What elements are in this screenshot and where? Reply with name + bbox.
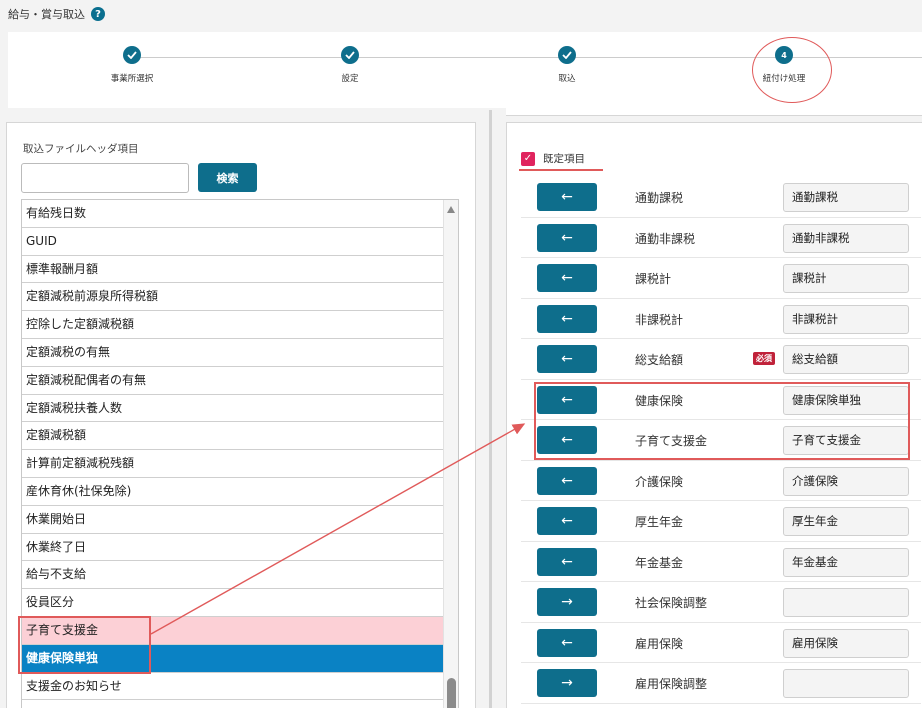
mapped-field[interactable]: 通勤課税 (783, 183, 909, 212)
required-badge: 必須 (753, 352, 775, 365)
arrow-left-button[interactable]: ← (537, 507, 597, 535)
mapped-field[interactable]: 通勤非課税 (783, 223, 909, 253)
mapping-label: 雇用保険 (635, 636, 684, 651)
list-item[interactable]: 控除した定額減税額 (22, 311, 444, 339)
step-office-select: 事業所選択 (72, 46, 192, 84)
list-item[interactable]: 休業終了日 (22, 534, 444, 562)
mapping-row: ← 厚生年金 厚生年金 (521, 501, 921, 542)
mapping-row: → 雇用保険調整 (521, 663, 921, 704)
list-item[interactable]: 計算前定額減税残額 (22, 450, 444, 478)
mapping-label: 総支給額 (635, 353, 684, 367)
search-input[interactable] (21, 163, 189, 193)
mapping-row: ← 年金基金 年金基金 (521, 542, 921, 582)
mapped-field[interactable]: 年金基金 (783, 547, 909, 577)
arrow-right-button[interactable]: → (537, 669, 597, 697)
mapped-field[interactable] (783, 588, 909, 617)
mapping-label: 通勤非課税 (635, 231, 696, 246)
list-item[interactable]: 休業開始日 (22, 506, 444, 534)
help-icon[interactable]: ? (91, 7, 105, 21)
mapping-row: ← 課税計 課税計 (521, 258, 921, 299)
list-item[interactable]: GUID (22, 228, 444, 256)
mapping-label: 厚生年金 (635, 515, 684, 529)
arrow-left-button[interactable]: ← (537, 304, 597, 333)
mapping-row: ← 非課税計 非課税計 (521, 299, 921, 339)
step-import: 取込 (507, 46, 627, 84)
list-item[interactable]: 標準報酬月額 (22, 256, 444, 284)
step-settings: 設定 (290, 46, 410, 84)
arrow-left-button[interactable]: ← (537, 223, 597, 252)
scrollbar[interactable] (443, 200, 458, 708)
mapping-label: 年金基金 (635, 555, 684, 570)
arrow-left-button[interactable]: ← (537, 345, 597, 373)
mapping-label: 通勤課税 (635, 191, 684, 205)
annotation-box-right (534, 382, 910, 460)
arrow-left-button[interactable]: ← (537, 628, 597, 657)
step-label: 事業所選択 (110, 74, 154, 84)
page-title-row: 給与・賞与取込 ? (8, 6, 105, 22)
scroll-up-icon[interactable] (447, 206, 455, 213)
list-item[interactable]: 定額減税前源泉所得税額 (22, 283, 444, 312)
mapping-row: → 社会保険調整 (521, 582, 921, 623)
mapped-field[interactable]: 厚生年金 (783, 507, 909, 536)
annotation-box-left (18, 616, 151, 674)
scroll-thumb[interactable] (447, 678, 456, 708)
arrow-left-button[interactable]: ← (537, 466, 597, 495)
mapping-label: 課税計 (635, 272, 672, 286)
list-item[interactable]: 定額減税額 (22, 422, 444, 451)
mapped-field[interactable]: 雇用保険 (783, 628, 909, 658)
right-panel-top-edge (506, 108, 922, 116)
list-item[interactable]: 定額減税配偶者の有無 (22, 367, 444, 395)
default-items-label: 既定項目 (543, 153, 585, 165)
progress-stepper: 事業所選択 設定 取込 4 紐付け処理 (8, 32, 922, 108)
annotation-underline (519, 169, 603, 171)
step-label: 設定 (341, 74, 359, 84)
panel-divider (489, 110, 492, 708)
mapping-label: 介護保険 (635, 474, 684, 489)
mapping-row: ← 通勤課税 通勤課税 (521, 177, 921, 218)
list-item[interactable]: 定額減税扶養人数 (22, 395, 444, 423)
default-items-toggle[interactable]: ✓ 既定項目 (521, 151, 585, 166)
annotation-circle (752, 37, 832, 103)
mapping-label: 非課税計 (635, 312, 684, 327)
list-item[interactable]: 定額減税の有無 (22, 339, 444, 367)
mapped-field[interactable] (783, 669, 909, 698)
mapping-label: 社会保険調整 (635, 596, 708, 610)
stepper-track (132, 57, 816, 58)
check-icon (341, 46, 359, 64)
mapping-label: 雇用保険調整 (635, 677, 708, 691)
arrow-left-button[interactable]: ← (537, 183, 597, 211)
check-icon (558, 46, 576, 64)
mapped-field[interactable]: 課税計 (783, 264, 909, 293)
list-item[interactable]: 役員区分 (22, 589, 444, 617)
list-item[interactable]: 産休育休(社保免除) (22, 478, 444, 506)
mapped-field[interactable]: 非課税計 (783, 304, 909, 334)
step-label: 取込 (558, 74, 576, 84)
mapping-row: ← 介護保険 介護保険 (521, 461, 921, 501)
check-icon (123, 46, 141, 64)
mapped-field[interactable]: 総支給額 (783, 345, 909, 374)
mapping-row: ← 雇用保険 雇用保険 (521, 623, 921, 663)
list-item[interactable]: 支援金のお知らせ (22, 673, 444, 701)
mapping-row: ← 総支給額 必須 総支給額 (521, 339, 921, 380)
page-title: 給与・賞与取込 (8, 8, 85, 21)
arrow-left-button[interactable]: ← (537, 264, 597, 292)
mapped-field[interactable]: 介護保険 (783, 466, 909, 496)
panel-title: 取込ファイルヘッダ項目 (23, 143, 139, 155)
arrow-left-button[interactable]: ← (537, 547, 597, 576)
arrow-right-button[interactable]: → (537, 588, 597, 616)
checkbox-checked-icon[interactable]: ✓ (521, 151, 535, 166)
search-button[interactable]: 検索 (198, 163, 257, 192)
list-item[interactable]: 給与不支給 (22, 561, 444, 590)
list-item[interactable]: 有給残日数 (22, 200, 444, 228)
mapping-row: ← 通勤非課税 通勤非課税 (521, 218, 921, 258)
